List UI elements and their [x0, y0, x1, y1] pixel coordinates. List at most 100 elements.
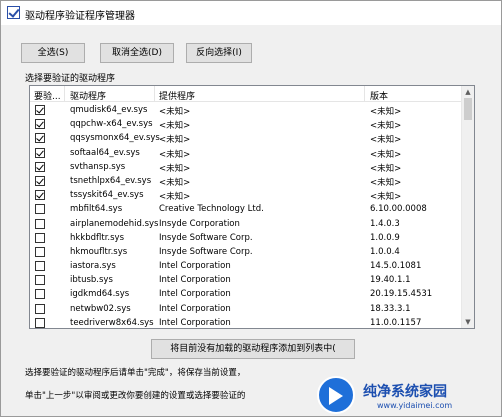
watermark-title: 纯净系统家园 — [363, 384, 447, 400]
provider-cell: Insyde Software Corp. — [159, 232, 253, 243]
verify-checkbox[interactable] — [35, 105, 45, 115]
column-header-verify[interactable]: 要验... — [34, 89, 61, 102]
provider-cell: <未知> — [159, 107, 191, 117]
version-cell: <未知> — [370, 163, 402, 174]
verify-checkbox[interactable] — [35, 275, 45, 286]
column-divider[interactable] — [64, 86, 65, 102]
verify-checkbox[interactable] — [35, 232, 45, 243]
vertical-scrollbar[interactable]: ▲ ▼ — [461, 86, 474, 328]
footer-note: 单击"上一步"以审阅或更改你要创建的设置或选择要验证的 — [25, 391, 246, 401]
column-header-provider[interactable]: 提供程序 — [159, 89, 195, 102]
deselect-all-button[interactable]: 取消全选(D) — [100, 43, 174, 63]
verify-checkbox[interactable] — [35, 161, 45, 172]
table-row[interactable]: netwbw02.sys Intel Corporation 18.33.3.1 — [30, 302, 462, 316]
driver-name-cell: airplanemodehid.sys — [70, 218, 159, 229]
checkbox-app-icon — [7, 6, 20, 19]
verify-checkbox[interactable] — [35, 246, 45, 257]
driver-name-cell: hkmoufltr.sys — [70, 246, 128, 257]
select-all-button[interactable]: 全选(S) — [21, 43, 85, 63]
verify-checkbox[interactable] — [35, 289, 45, 300]
verify-checkbox[interactable] — [35, 317, 45, 328]
driver-name-cell: iastora.sys — [70, 261, 116, 272]
version-cell: <未知> — [370, 149, 402, 160]
table-row[interactable]: qqsysmonx64_ev.sys <未知> <未知> — [30, 131, 462, 145]
provider-cell: <未知> — [159, 192, 191, 203]
verify-checkbox[interactable] — [35, 175, 45, 186]
version-cell: <未知> — [370, 135, 402, 146]
provider-cell: Intel Corporation — [159, 275, 231, 286]
title-bar: 驱动程序验证程序管理器 — [1, 1, 501, 25]
provider-cell: <未知> — [159, 135, 191, 146]
table-row[interactable]: ibtusb.sys Intel Corporation 19.40.1.1 — [30, 273, 462, 287]
window-title: 驱动程序验证程序管理器 — [25, 11, 135, 22]
table-row[interactable]: iastora.sys Intel Corporation 14.5.0.1081 — [30, 259, 462, 273]
version-cell: 1.4.0.3 — [370, 218, 400, 229]
version-cell: <未知> — [370, 192, 402, 203]
table-row[interactable]: igdkmd64.sys Intel Corporation 20.19.15.45… — [30, 287, 462, 301]
provider-cell: Intel Corporation — [159, 317, 231, 328]
provider-cell: Intel Corporation — [159, 303, 231, 314]
driver-name-cell: qmudisk64_ev.sys — [70, 105, 148, 115]
driver-name-cell: hkkbdfltr.sys — [70, 232, 125, 243]
version-cell: 11.0.0.1157 — [370, 317, 422, 328]
version-cell: 14.5.0.1081 — [370, 261, 422, 272]
driver-name-cell: qqpchw-x64_ev.sys — [70, 119, 153, 130]
scroll-up-arrow-icon[interactable]: ▲ — [462, 86, 474, 98]
table-row[interactable]: hkmoufltr.sys Insyde Software Corp. 1.0.0.… — [30, 245, 462, 259]
table-row[interactable]: svthansp.sys <未知> <未知> — [30, 160, 462, 174]
verify-checkbox[interactable] — [35, 119, 45, 130]
table-row[interactable]: hkkbdfltr.sys Insyde Software Corp. 1.0.0.… — [30, 231, 462, 245]
provider-cell: Insyde Software Corp. — [159, 246, 253, 257]
driver-name-cell: qqsysmonx64_ev.sys — [70, 133, 160, 144]
table-row[interactable]: qqpchw-x64_ev.sys <未知> <未知> — [30, 117, 462, 131]
version-cell: 18.33.3.1 — [370, 303, 411, 314]
version-cell: 20.19.15.4531 — [370, 289, 433, 300]
verify-checkbox[interactable] — [35, 147, 45, 158]
section-label: 选择要验证的驱动程序 — [25, 74, 116, 84]
verify-checkbox[interactable] — [35, 261, 45, 272]
driver-name-cell: ibtusb.sys — [70, 275, 113, 286]
verify-checkbox[interactable] — [35, 190, 45, 201]
provider-cell: <未知> — [159, 177, 191, 188]
provider-cell: Creative Technology Ltd. — [159, 204, 264, 215]
provider-cell: <未知> — [159, 149, 191, 160]
driver-name-cell: igdkmd64.sys — [70, 289, 130, 300]
table-row[interactable]: airplanemodehid.sys Insyde Corporation 1.4… — [30, 217, 462, 231]
version-cell: 1.0.0.9 — [370, 232, 400, 243]
verify-checkbox[interactable] — [35, 218, 45, 229]
table-row[interactable]: mbfilt64.sys Creative Technology Ltd. 6.10… — [30, 202, 462, 216]
footer-note: 选择要验证的驱动程序后请单击"完成"，将保存当前设置， — [25, 368, 246, 378]
table-row[interactable]: softaal64_ev.sys <未知> <未知> — [30, 146, 462, 160]
provider-cell: Intel Corporation — [159, 289, 231, 300]
verify-checkbox[interactable] — [35, 133, 45, 144]
column-header-driver[interactable]: 驱动程序 — [70, 89, 106, 102]
table-row[interactable]: qmudisk64_ev.sys <未知> <未知> — [30, 103, 462, 117]
version-cell: 6.10.00.0008 — [370, 204, 427, 215]
version-cell: <未知> — [370, 121, 402, 132]
table-row[interactable]: tsnethlpx64_ev.sys <未知> <未知> — [30, 174, 462, 188]
driver-list[interactable]: 要验... 驱动程序 提供程序 版本 qmudisk64_ev.sys <未知> <… — [29, 85, 475, 329]
verify-checkbox[interactable] — [35, 303, 45, 314]
driver-verifier-window: 驱动程序验证程序管理器 全选(S) 取消全选(D) 反向选择(I) 选择要验证的… — [0, 0, 502, 417]
driver-name-cell: tsnethlpx64_ev.sys — [70, 175, 152, 186]
table-row[interactable]: teedriverw8x64.sys Intel Corporation 11.0.… — [30, 316, 462, 328]
column-divider[interactable] — [154, 86, 155, 102]
invert-selection-button[interactable]: 反向选择(I) — [186, 43, 252, 63]
version-cell: 1.0.0.4 — [370, 246, 400, 257]
provider-cell: <未知> — [159, 163, 191, 174]
provider-cell: Insyde Corporation — [159, 218, 240, 229]
column-header-version[interactable]: 版本 — [370, 89, 388, 102]
table-row[interactable]: tssyskit64_ev.sys <未知> <未知> — [30, 188, 462, 202]
column-divider[interactable] — [364, 86, 365, 102]
add-unlisted-drivers-button[interactable]: 将目前没有加载的驱动程序添加到列表中( — [151, 339, 355, 359]
watermark-url: www.yidaimei.com — [377, 401, 453, 410]
driver-name-cell: svthansp.sys — [70, 161, 126, 172]
site-watermark: 纯净系统家园 www.yidaimei.com — [317, 372, 502, 417]
scroll-down-arrow-icon[interactable]: ▼ — [462, 316, 474, 328]
driver-name-cell: netwbw02.sys — [70, 303, 131, 314]
verify-checkbox[interactable] — [35, 204, 45, 215]
driver-name-cell: mbfilt64.sys — [70, 204, 123, 215]
scroll-thumb[interactable] — [464, 98, 472, 120]
driver-name-cell: softaal64_ev.sys — [70, 147, 140, 158]
watermark-logo-icon — [317, 376, 355, 414]
